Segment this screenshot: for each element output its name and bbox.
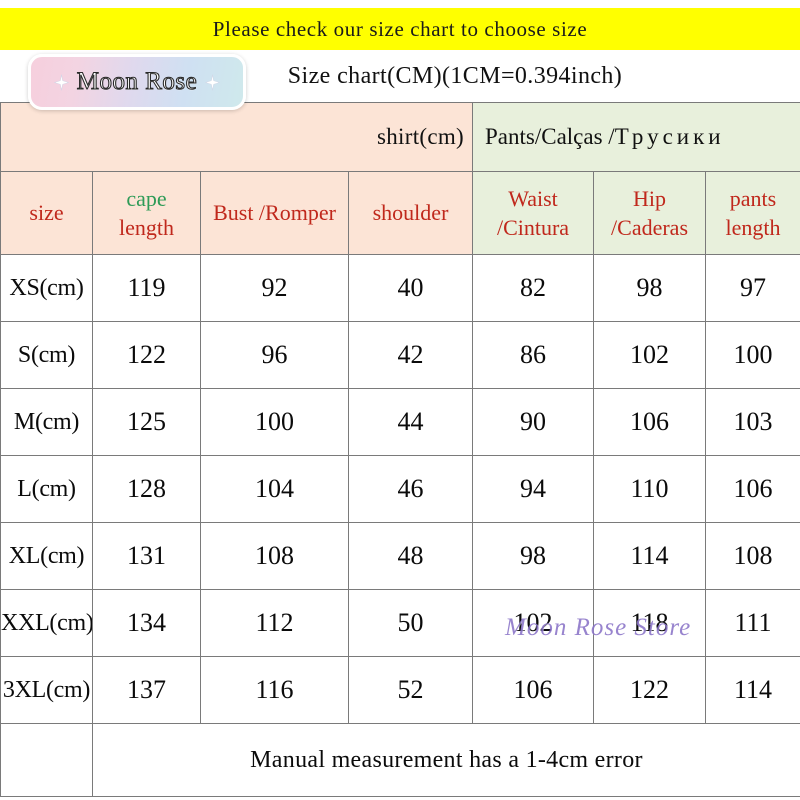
column-header-pants-line2: length <box>725 215 781 240</box>
cell-hip-caderas: 110 <box>593 455 707 523</box>
cell-cape-length: 134 <box>92 589 201 657</box>
column-header-bust-romper: Bust /Romper <box>200 171 349 255</box>
cell-hip-caderas: 118 <box>593 589 707 657</box>
column-header-shoulder: shoulder <box>347 171 474 255</box>
cell-hip-caderas: 122 <box>593 656 707 724</box>
cell-bust-romper: 116 <box>200 656 349 724</box>
cell-shoulder: 40 <box>347 254 474 322</box>
group-header-row: shirt(cm) Pants/Calças /Трусики <box>0 102 800 172</box>
cell-shoulder: 50 <box>347 589 474 657</box>
cell-waist-cintura: 82 <box>472 254 595 322</box>
cell-size: XS(cm) <box>0 254 93 322</box>
footer-empty-cell <box>0 723 93 797</box>
sparkle-icon <box>53 74 70 90</box>
cell-waist-cintura: 90 <box>472 388 595 456</box>
cell-hip-caderas: 114 <box>593 522 707 590</box>
cell-waist-cintura: 98 <box>472 522 595 590</box>
cell-bust-romper: 104 <box>200 455 349 523</box>
cell-cape-length: 122 <box>92 321 201 389</box>
cell-shoulder: 46 <box>347 455 474 523</box>
cell-size: XL(cm) <box>0 522 93 590</box>
column-header-waist-cintura: Waist /Cintura <box>472 171 595 255</box>
cell-hip-caderas: 98 <box>593 254 707 322</box>
cell-pants-length: 114 <box>705 656 800 724</box>
column-header-waist-line1: Waist <box>508 185 558 211</box>
cell-waist-cintura: 102 <box>472 589 595 657</box>
column-header-size: size <box>0 171 93 255</box>
table-row: XXL(cm) 134 112 50 102 118 111 <box>0 589 800 657</box>
cell-pants-length: 103 <box>705 388 800 456</box>
table-row: S(cm) 122 96 42 86 102 100 <box>0 321 800 389</box>
column-header-waist-line2: /Cintura <box>496 215 570 240</box>
brand-logo-text: Moon Rose <box>76 67 198 95</box>
cell-size: S(cm) <box>0 321 93 389</box>
brand-logo-badge: Moon Rose <box>28 54 246 110</box>
column-header-pants-line1: pants <box>729 185 777 211</box>
table-row: L(cm) 128 104 46 94 110 106 <box>0 455 800 523</box>
cell-bust-romper: 112 <box>200 589 349 657</box>
cell-waist-cintura: 106 <box>472 656 595 724</box>
cell-waist-cintura: 86 <box>472 321 595 389</box>
table-row: M(cm) 125 100 44 90 106 103 <box>0 388 800 456</box>
cell-bust-romper: 92 <box>200 254 349 322</box>
cell-shoulder: 52 <box>347 656 474 724</box>
sparkle-icon <box>204 74 221 90</box>
measurement-note: Manual measurement has a 1-4cm error <box>91 723 800 797</box>
cell-cape-length: 137 <box>92 656 201 724</box>
cell-cape-length: 119 <box>92 254 201 322</box>
cell-shoulder: 48 <box>347 522 474 590</box>
column-header-cape-line1: cape <box>126 185 167 211</box>
column-header-hip-line1: Hip <box>633 185 667 211</box>
promo-banner-text: Please check our size chart to choose si… <box>212 16 588 41</box>
table-row: XL(cm) 131 108 48 98 114 108 <box>0 522 800 590</box>
size-chart-table: shirt(cm) Pants/Calças /Трусики size cap… <box>0 102 800 797</box>
column-header-hip-caderas: Hip /Caderas <box>593 171 707 255</box>
footer-row: Manual measurement has a 1-4cm error <box>0 723 800 797</box>
cell-pants-length: 108 <box>705 522 800 590</box>
cell-pants-length: 111 <box>705 589 800 657</box>
group-header-shirt: shirt(cm) <box>0 102 474 172</box>
column-header-cape-line2: length <box>119 215 174 240</box>
cell-shoulder: 42 <box>347 321 474 389</box>
group-header-pants-latin: Pants/Calças / <box>485 124 615 149</box>
cell-size: XXL(cm) <box>0 589 93 657</box>
cell-size: 3XL(cm) <box>0 656 93 724</box>
cell-hip-caderas: 102 <box>593 321 707 389</box>
cell-cape-length: 128 <box>92 455 201 523</box>
column-header-cape-length: cape length <box>92 171 201 255</box>
cell-hip-caderas: 106 <box>593 388 707 456</box>
cell-bust-romper: 96 <box>200 321 349 389</box>
cell-size: L(cm) <box>0 455 93 523</box>
column-header-pants-length: pants length <box>705 171 800 255</box>
cell-pants-length: 97 <box>705 254 800 322</box>
cell-cape-length: 125 <box>92 388 201 456</box>
cell-shoulder: 44 <box>347 388 474 456</box>
cell-cape-length: 131 <box>92 522 201 590</box>
column-header-hip-line2: /Caderas <box>611 215 688 240</box>
table-row: 3XL(cm) 137 116 52 106 122 114 <box>0 656 800 724</box>
group-header-pants: Pants/Calças /Трусики <box>472 102 800 172</box>
promo-banner: Please check our size chart to choose si… <box>0 8 800 50</box>
cell-waist-cintura: 94 <box>472 455 595 523</box>
cell-bust-romper: 108 <box>200 522 349 590</box>
table-row: XS(cm) 119 92 40 82 98 97 <box>0 254 800 322</box>
cell-size: M(cm) <box>0 388 93 456</box>
cell-pants-length: 100 <box>705 321 800 389</box>
group-header-pants-russian: Трусики <box>614 124 725 149</box>
size-chart-page: Please check our size chart to choose si… <box>0 0 800 800</box>
column-header-row: size cape length Bust /Romper shoulder W… <box>0 171 800 255</box>
cell-pants-length: 106 <box>705 455 800 523</box>
cell-bust-romper: 100 <box>200 388 349 456</box>
